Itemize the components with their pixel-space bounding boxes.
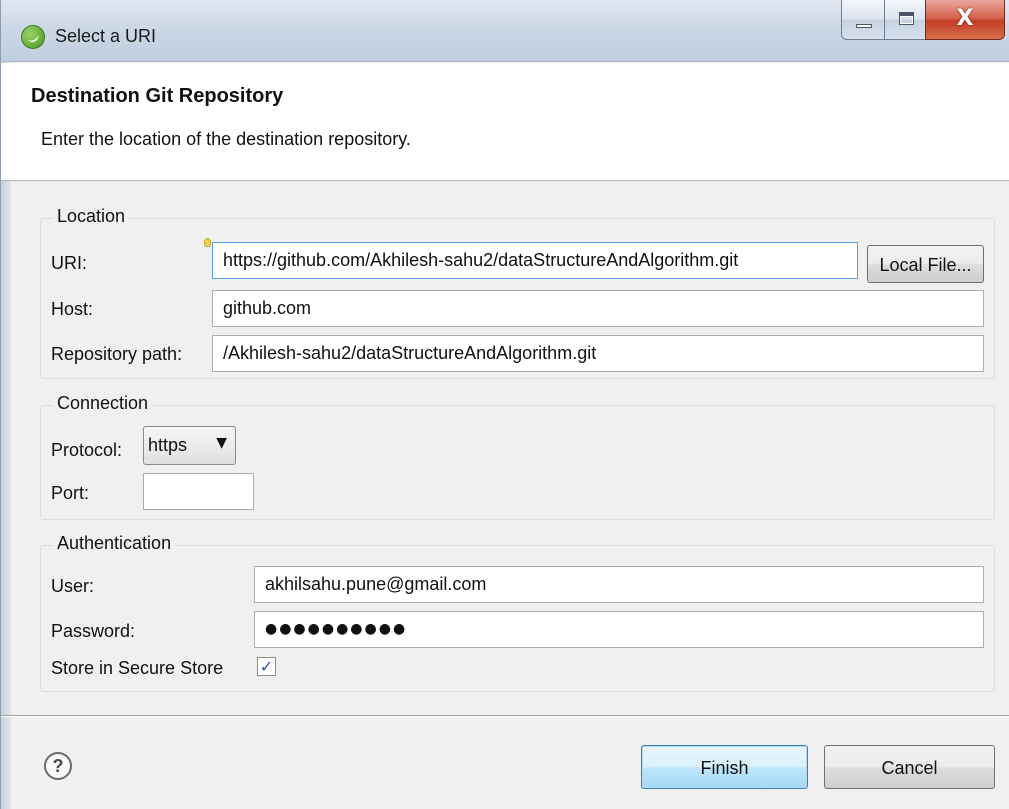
- finish-button[interactable]: Finish: [641, 745, 808, 789]
- port-label: Port:: [51, 483, 90, 503]
- close-icon: X: [956, 6, 974, 31]
- local-file-button[interactable]: Local File...: [867, 245, 984, 283]
- repository-path-label: Repository path:: [51, 344, 183, 364]
- password-input[interactable]: ●●●●●●●●●●: [254, 611, 984, 648]
- port-input[interactable]: [143, 473, 254, 510]
- maximize-icon: [899, 12, 914, 25]
- protocol-select-value: https: [148, 435, 188, 455]
- minimize-icon: [856, 24, 872, 28]
- location-group-title: Location: [53, 206, 130, 227]
- connection-group-title: Connection: [53, 393, 153, 414]
- wizard-header: Destination Git Repository Enter the loc…: [1, 63, 1009, 181]
- protocol-label: Protocol:: [51, 440, 123, 460]
- protocol-select[interactable]: https ▼: [143, 426, 236, 465]
- authentication-group-title: Authentication: [53, 533, 176, 554]
- secure-store-label: Store in Secure Store: [51, 658, 224, 678]
- user-label: User:: [51, 576, 95, 596]
- uri-label: URI:: [51, 253, 87, 273]
- page-title: Destination Git Repository: [31, 85, 284, 107]
- secure-store-checkbox[interactable]: ✓: [257, 657, 276, 676]
- user-input[interactable]: akhilsahu.pune@gmail.com: [254, 566, 984, 603]
- dropdown-arrow-icon: ▼: [216, 435, 227, 451]
- help-icon[interactable]: ?: [44, 752, 72, 780]
- maximize-button[interactable]: [884, 0, 926, 40]
- window-title: Select a URI: [55, 26, 157, 46]
- close-button[interactable]: X: [925, 0, 1005, 40]
- content-assist-icon: [204, 238, 211, 247]
- page-description: Enter the location of the destination re…: [41, 129, 411, 149]
- cancel-button[interactable]: Cancel: [824, 745, 995, 789]
- footer-separator: [1, 715, 1009, 717]
- host-input[interactable]: github.com: [212, 290, 984, 327]
- password-label: Password:: [51, 621, 136, 641]
- minimize-button[interactable]: [841, 0, 885, 40]
- dialog-window: Select a URI X Destination Git Repositor…: [0, 0, 1009, 809]
- uri-input[interactable]: https://github.com/Akhilesh-sahu2/dataSt…: [212, 242, 858, 279]
- repository-path-input[interactable]: /Akhilesh-sahu2/dataStructureAndAlgorith…: [212, 335, 984, 372]
- host-label: Host:: [51, 299, 94, 319]
- title-bar[interactable]: Select a URI X: [1, 0, 1009, 62]
- spring-leaf-icon: [21, 25, 45, 49]
